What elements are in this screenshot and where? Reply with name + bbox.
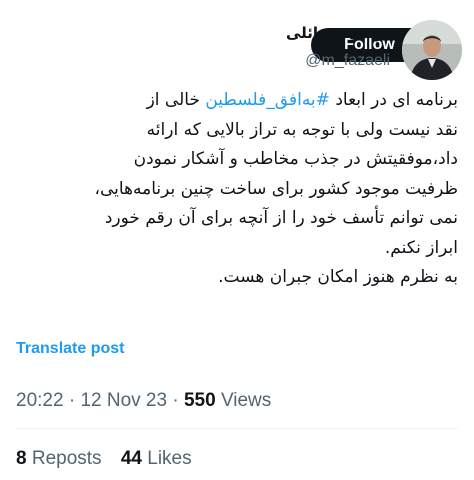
- post-date[interactable]: 12 Nov 23: [80, 390, 167, 411]
- text-segment: خالی از: [146, 90, 206, 110]
- reposts-stat[interactable]: 8 Reposts: [16, 448, 102, 469]
- user-handle[interactable]: @m_fazaeli: [286, 50, 390, 72]
- tweet-text-line: نمی توانم تأسف خود را از آنچه برای آن رق…: [104, 208, 458, 228]
- hashtag-link[interactable]: #به‌افق_فلسطین: [205, 90, 330, 110]
- tweet-text-line: نقد نیست ولی با توجه به تراز بالایی که ا…: [146, 119, 458, 140]
- post-time[interactable]: 20:22: [16, 390, 64, 411]
- tweet-header: Follow مهدی فضائلی @m_fazaeli: [0, 20, 474, 80]
- user-info[interactable]: مهدی فضائلی @m_fazaeli: [286, 22, 390, 72]
- meta-separator: ·: [172, 390, 179, 411]
- tweet-text-line: داد،موفقیتش در جذب مخاطب و آشکار نمودن: [133, 149, 458, 169]
- meta-separator: ·: [68, 390, 76, 411]
- tweet-card: Follow مهدی فضائلی @m_fazaeli برنامه ای …: [0, 0, 474, 480]
- tweet-text-line: به نظرم هنوز امکان جبران هست.: [218, 267, 458, 287]
- tweet-text: برنامه ای در ابعاد #به‌افق_فلسطین خالی ا…: [16, 86, 458, 293]
- views-count[interactable]: 550: [184, 390, 216, 411]
- tweet-meta: 20:22 · 12 Nov 23 · 550 Views: [16, 390, 271, 412]
- tweet-text-line: برنامه ای در ابعاد #به‌افق_فلسطین خالی ا…: [16, 86, 458, 116]
- tweet-text-line: ظرفیت موجود کشور برای ساخت چنین برنامه‌ه…: [94, 178, 458, 199]
- display-name[interactable]: مهدی فضائلی: [286, 22, 390, 44]
- reposts-label: Reposts: [31, 448, 102, 469]
- avatar[interactable]: [402, 20, 462, 80]
- likes-count: 44: [120, 448, 142, 469]
- avatar-photo: [402, 20, 462, 80]
- views-label: Views: [220, 390, 272, 411]
- reposts-count: 8: [16, 448, 27, 469]
- engagement-stats: 8 Reposts 44 Likes: [16, 448, 206, 470]
- text-segment: برنامه ای در ابعاد: [329, 90, 458, 110]
- translate-post-link[interactable]: Translate post: [16, 340, 124, 358]
- tweet-text-line: ابراز نکنم.: [384, 237, 458, 258]
- divider: [16, 428, 458, 429]
- likes-stat[interactable]: 44 Likes: [121, 448, 192, 469]
- likes-label: Likes: [147, 448, 192, 469]
